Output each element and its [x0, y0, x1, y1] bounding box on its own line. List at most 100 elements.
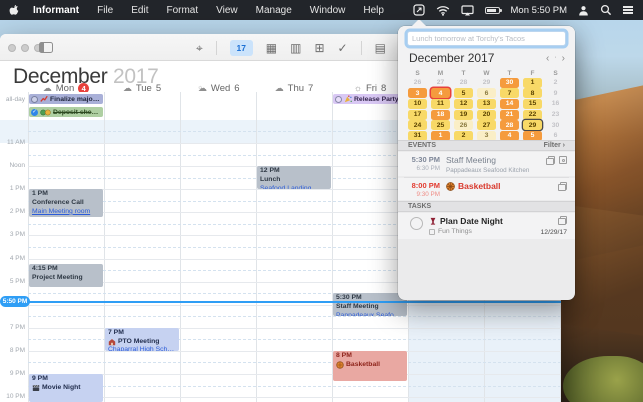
- minical-day-22[interactable]: 22: [523, 109, 542, 120]
- minical-day-25[interactable]: 25: [431, 120, 450, 131]
- wallpaper-foliage: [563, 356, 643, 402]
- minical-day-5[interactable]: 5: [454, 88, 473, 99]
- focus-today-icon[interactable]: ⌖: [196, 42, 203, 54]
- minical-day-28[interactable]: 28: [454, 78, 473, 88]
- informant-menubar-icon[interactable]: [412, 4, 425, 16]
- event-staff-meeting[interactable]: 5:30 PMStaff MeetingPappadeaux Seafood K…: [333, 293, 407, 317]
- minical-day-2[interactable]: 2: [546, 78, 565, 88]
- minical-day-29[interactable]: 29: [523, 120, 542, 131]
- minical-day-30[interactable]: 30: [500, 77, 519, 88]
- column-view-icon[interactable]: ▥: [290, 42, 301, 54]
- all-day-event-release-party[interactable]: Release Party: [333, 94, 407, 104]
- popover-task-row[interactable]: Plan Date Night Fun Things 12/29/17: [398, 213, 575, 239]
- duplicate-event-icon[interactable]: [558, 182, 567, 191]
- minimize-window-button[interactable]: [21, 44, 29, 52]
- menubar-item-help[interactable]: Help: [354, 5, 393, 16]
- menubar-item-informant[interactable]: Informant: [24, 5, 88, 16]
- unchecked-circle-icon[interactable]: [31, 95, 38, 103]
- basketball-icon: [336, 361, 344, 369]
- time-gutter-label: 3 PM: [9, 231, 25, 239]
- duplicate-event-icon[interactable]: [546, 156, 555, 165]
- apple-menu-icon[interactable]: [9, 4, 20, 17]
- minical-day-7[interactable]: 7: [500, 88, 519, 99]
- event-location-link[interactable]: Seafood Landing: [260, 185, 328, 189]
- desktop: Informant File Edit Format View Manage Window H…: [0, 0, 643, 402]
- minical-day-8[interactable]: 8: [523, 88, 542, 99]
- user-account-icon[interactable]: [578, 5, 589, 16]
- menubar-item-file[interactable]: File: [88, 5, 122, 16]
- minical-day-9[interactable]: 9: [546, 88, 565, 98]
- filter-button[interactable]: Filter ›: [544, 142, 565, 149]
- sidebar-toggle-icon[interactable]: [39, 42, 53, 53]
- menubar-item-window[interactable]: Window: [301, 5, 355, 16]
- grid-view-icon[interactable]: ⊞: [314, 42, 324, 54]
- popover-event-row[interactable]: 5:30 PM 6:30 PM Staff Meeting Pappadeaux…: [398, 152, 575, 176]
- task-checkbox[interactable]: [410, 217, 423, 230]
- event-location-link[interactable]: Main Meeting room: [32, 208, 100, 217]
- event-basketball[interactable]: 8 PM Basketball: [333, 350, 407, 381]
- minical-day-12[interactable]: 12: [454, 98, 473, 109]
- party-icon: [344, 95, 352, 103]
- minical-day-14[interactable]: 14: [500, 98, 519, 109]
- minical-day-16[interactable]: 16: [546, 99, 565, 109]
- event-pto-meeting[interactable]: 7 PM PTO Meeting Chaparral High School: [105, 327, 179, 351]
- duplicate-task-icon[interactable]: [558, 216, 567, 225]
- airplay-display-icon[interactable]: [460, 4, 474, 16]
- next-month-button[interactable]: ›: [562, 53, 565, 64]
- minical-day-29[interactable]: 29: [477, 78, 496, 88]
- all-day-event-finalize-major-feat-[interactable]: Finalize major feat…: [29, 94, 103, 104]
- tasks-view-icon[interactable]: ✓: [338, 42, 348, 54]
- notes-view-icon[interactable]: ▤: [375, 42, 386, 54]
- minical-day-24[interactable]: 24: [408, 120, 427, 131]
- menubar-item-manage[interactable]: Manage: [247, 5, 301, 16]
- event-movie-night[interactable]: 9 PM Movie Night: [29, 374, 103, 402]
- minical-day-18[interactable]: 18: [431, 109, 450, 120]
- popover-event-row[interactable]: 8:00 PM 9:30 PM Basketball: [398, 178, 575, 200]
- event-title-text: Movie Night: [42, 383, 81, 391]
- menubar-clock[interactable]: Mon 5:50 PM: [511, 5, 568, 16]
- minical-day-3[interactable]: 3: [408, 88, 427, 99]
- minical-day-1[interactable]: 1: [523, 77, 542, 88]
- event-conference-call[interactable]: 1 PM Conference Call Main Meeting room: [29, 189, 103, 217]
- menubar-item-edit[interactable]: Edit: [122, 5, 157, 16]
- minical-day-19[interactable]: 19: [454, 109, 473, 120]
- event-project-meeting[interactable]: 4:15 PM Project Meeting: [29, 264, 103, 288]
- spotlight-search-icon[interactable]: [600, 4, 612, 16]
- close-window-button[interactable]: [8, 44, 16, 52]
- minical-day-26[interactable]: 26: [408, 78, 427, 88]
- menubar-item-format[interactable]: Format: [157, 5, 207, 16]
- month-view-icon[interactable]: ▦: [266, 42, 277, 54]
- minical-day-15[interactable]: 15: [523, 98, 542, 109]
- minical-day-11[interactable]: 11: [431, 98, 450, 109]
- convert-event-icon[interactable]: [559, 156, 567, 164]
- prev-month-button[interactable]: ‹: [546, 53, 549, 64]
- minical-day-30[interactable]: 30: [546, 120, 565, 130]
- today-button[interactable]: ·: [554, 54, 556, 61]
- minical-day-21[interactable]: 21: [500, 109, 519, 120]
- week-view-icon[interactable]: 17: [229, 39, 253, 56]
- minical-day-17[interactable]: 17: [408, 109, 427, 120]
- minical-day-27[interactable]: 27: [477, 120, 496, 131]
- minical-day-28[interactable]: 28: [500, 120, 519, 131]
- minical-day-20[interactable]: 20: [477, 109, 496, 120]
- all-day-event-deposit-checks[interactable]: ✓ Deposit checks: [29, 107, 103, 117]
- minical-day-23[interactable]: 23: [546, 110, 565, 120]
- minical-day-26[interactable]: 26: [454, 120, 473, 131]
- toolbar-separator: [215, 40, 217, 55]
- notification-center-icon[interactable]: [623, 5, 633, 16]
- minical-day-6[interactable]: 6: [477, 88, 496, 99]
- battery-icon[interactable]: [484, 6, 502, 14]
- event-location-link[interactable]: Pappadeaux Seafood Kitc…: [336, 312, 404, 316]
- checked-circle-icon[interactable]: ✓: [31, 108, 38, 116]
- menubar-item-view[interactable]: View: [207, 5, 247, 16]
- event-time: 8 PM: [336, 351, 352, 359]
- minical-day-4[interactable]: 4: [431, 88, 450, 99]
- event-location-link[interactable]: Chaparral High School: [108, 346, 176, 350]
- wifi-icon[interactable]: [436, 5, 450, 16]
- minical-day-13[interactable]: 13: [477, 98, 496, 109]
- minical-day-10[interactable]: 10: [408, 98, 427, 109]
- minical-day-27[interactable]: 27: [431, 78, 450, 88]
- unchecked-circle-icon[interactable]: [335, 95, 342, 103]
- quick-entry-input[interactable]: [407, 31, 566, 46]
- event-lunch[interactable]: 12 PM Lunch Seafood Landing: [257, 166, 331, 190]
